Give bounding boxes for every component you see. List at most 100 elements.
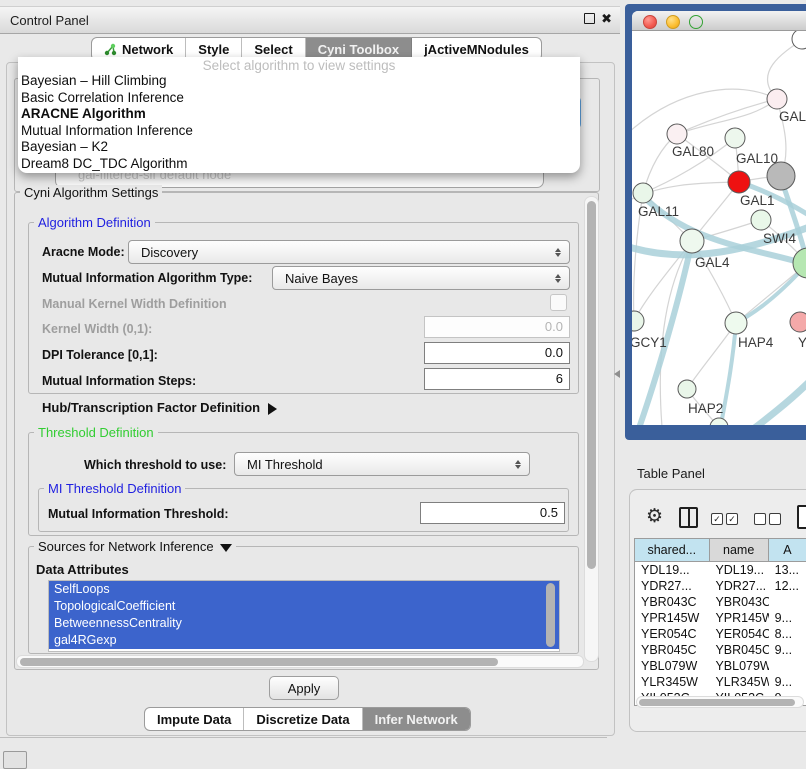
expander-right-icon[interactable] [268, 403, 277, 415]
manual-kernel-checkbox[interactable] [550, 294, 567, 311]
aracne-mode-combo[interactable]: Discovery [128, 240, 570, 264]
bottom-tab-infer-network[interactable]: Infer Network [363, 708, 470, 730]
table-column-header[interactable]: name [710, 539, 769, 561]
expander-down-icon[interactable] [220, 544, 232, 552]
table-column-header[interactable]: shared... [635, 539, 710, 561]
hub-definition-expander[interactable]: Hub/Transcription Factor Definition [42, 400, 277, 415]
mi-steps-field[interactable]: 6 [424, 368, 570, 390]
node-swi4[interactable] [751, 210, 771, 230]
sources-title[interactable]: Sources for Network Inference [34, 539, 236, 554]
settings-hscrollbar-thumb[interactable] [20, 658, 498, 666]
table-row[interactable]: YBR045CYBR045C9... [635, 642, 806, 658]
table-hscrollbar[interactable] [636, 696, 804, 708]
panel-bottom-border [0, 737, 607, 738]
attributes-vscrollbar-thumb[interactable] [546, 583, 555, 647]
data-attributes-list[interactable]: SelfLoopsTopologicalCoefficientBetweenne… [48, 580, 560, 652]
algorithm-definition-title: Algorithm Definition [34, 215, 155, 230]
table-row[interactable]: YER054CYER054C8... [635, 626, 806, 642]
table-hscrollbar-thumb[interactable] [639, 699, 795, 706]
table-cell: YBL079W [709, 658, 768, 674]
attribute-list-item[interactable]: gal4RGexp [49, 632, 559, 649]
table-cell: YBR045C [709, 642, 768, 658]
node-gray[interactable] [767, 162, 795, 190]
node-hap4[interactable] [725, 312, 747, 334]
mi-type-label: Mutual Information Algorithm Type: [42, 271, 252, 285]
unchecked-checkbox-icon[interactable] [754, 513, 766, 525]
node-gal-pink[interactable] [767, 89, 787, 109]
panel-divider-handle-icon[interactable] [614, 370, 620, 378]
tab-label: Style [198, 42, 229, 57]
mac-close-icon[interactable] [643, 15, 657, 29]
bottom-tabbar: Impute Data Discretize Data Infer Network [144, 707, 471, 731]
node-table[interactable]: shared...nameA YDL19...YDL19...13...YDR2… [634, 538, 806, 706]
unchecked-checkbox-icon[interactable] [769, 513, 781, 525]
table-row[interactable]: YLR345WYLR345W9... [635, 674, 806, 690]
node-top-partial[interactable] [792, 31, 806, 49]
dropdown-item[interactable]: ARACNE Algorithm [18, 106, 580, 123]
tab-label: jActiveMNodules [424, 42, 529, 57]
gear-icon[interactable]: ⚙ [646, 507, 663, 526]
node-bottom-partial[interactable] [710, 418, 728, 425]
node-gal4[interactable] [680, 229, 704, 253]
table-cell: YPR145W [709, 610, 768, 626]
table-row[interactable]: YPR145WYPR145W9... [635, 610, 806, 626]
mi-threshold-field[interactable]: 0.5 [420, 502, 565, 524]
node-hap2[interactable] [678, 380, 696, 398]
which-threshold-combo[interactable]: MI Threshold [234, 452, 530, 476]
table-row[interactable]: YDL19...YDL19...13... [635, 562, 806, 578]
settings-vscrollbar-thumb[interactable] [587, 201, 596, 569]
dpi-tolerance-field[interactable]: 0.0 [424, 342, 570, 364]
settings-vscrollbar[interactable] [584, 196, 599, 662]
table-cell: YLR345W [635, 674, 709, 690]
table-column-header[interactable]: A [769, 539, 806, 561]
float-window-icon[interactable] [584, 13, 595, 24]
columns-icon[interactable] [679, 507, 698, 528]
table-cell: YDL19... [635, 562, 709, 578]
mi-type-combo[interactable]: Naive Bayes [272, 266, 570, 290]
node-red[interactable] [728, 171, 750, 193]
mac-minimize-icon[interactable] [666, 15, 680, 29]
dropdown-item[interactable]: Bayesian – K2 [18, 139, 580, 156]
dropdown-item[interactable]: Mutual Information Inference [18, 123, 580, 140]
bottom-tab-discretize-data[interactable]: Discretize Data [244, 708, 362, 730]
node-gal80[interactable] [667, 124, 687, 144]
minimized-panel-button[interactable] [3, 751, 27, 769]
table-cell: 13... [769, 562, 806, 578]
attribute-list-item[interactable]: TopologicalCoefficient [49, 598, 559, 615]
bottom-tab-label: Discretize Data [256, 712, 349, 727]
checked-checkbox-icon[interactable]: ✓ [726, 513, 738, 525]
document-icon[interactable] [797, 505, 806, 529]
network-edge [677, 99, 777, 134]
node-gcy1[interactable] [632, 311, 644, 331]
table-cell: YDR27... [709, 578, 768, 594]
network-node-label: SWI4 [763, 231, 796, 246]
network-window[interactable]: GALGAL80GAL10GAL1GAL11SWI4GAL4GCY1HAP4YH… [632, 11, 806, 425]
attribute-list-item[interactable]: SelfLoops [49, 581, 559, 598]
network-window-titlebar[interactable] [632, 11, 806, 31]
network-canvas[interactable]: GALGAL80GAL10GAL1GAL11SWI4GAL4GCY1HAP4YH… [632, 31, 806, 425]
node-salmon[interactable] [790, 312, 806, 332]
table-row[interactable]: YDR27...YDR27...12... [635, 578, 806, 594]
close-icon[interactable]: ✖ [601, 12, 612, 25]
checked-checkbox-icon[interactable]: ✓ [711, 513, 723, 525]
table-cell: YLR345W [709, 674, 768, 690]
threshold-definition-title: Threshold Definition [34, 425, 158, 440]
table-row[interactable]: YBR043CYBR043C [635, 594, 806, 610]
dropdown-item[interactable]: Dream8 DC_TDC Algorithm [18, 156, 580, 173]
settings-hscrollbar[interactable] [16, 655, 584, 668]
node-gal10[interactable] [725, 128, 745, 148]
table-cell: YPR145W [635, 610, 709, 626]
attribute-list-item[interactable]: BetweennessCentrality [49, 615, 559, 632]
bottom-tab-impute-data[interactable]: Impute Data [145, 708, 244, 730]
algorithm-dropdown[interactable]: Select algorithm to view settings Bayesi… [18, 57, 580, 173]
spinner-arrows-icon [551, 274, 565, 283]
mi-steps-label: Mutual Information Steps: [42, 374, 196, 388]
table-row[interactable]: YBL079WYBL079W [635, 658, 806, 674]
mac-zoom-icon[interactable] [689, 15, 703, 29]
node-gal11[interactable] [633, 183, 653, 203]
kernel-width-field[interactable]: 0.0 [424, 316, 570, 338]
table-cell [769, 594, 806, 610]
dropdown-item[interactable]: Basic Correlation Inference [18, 90, 580, 107]
apply-button[interactable]: Apply [269, 676, 339, 700]
dropdown-item[interactable]: Bayesian – Hill Climbing [18, 73, 580, 90]
